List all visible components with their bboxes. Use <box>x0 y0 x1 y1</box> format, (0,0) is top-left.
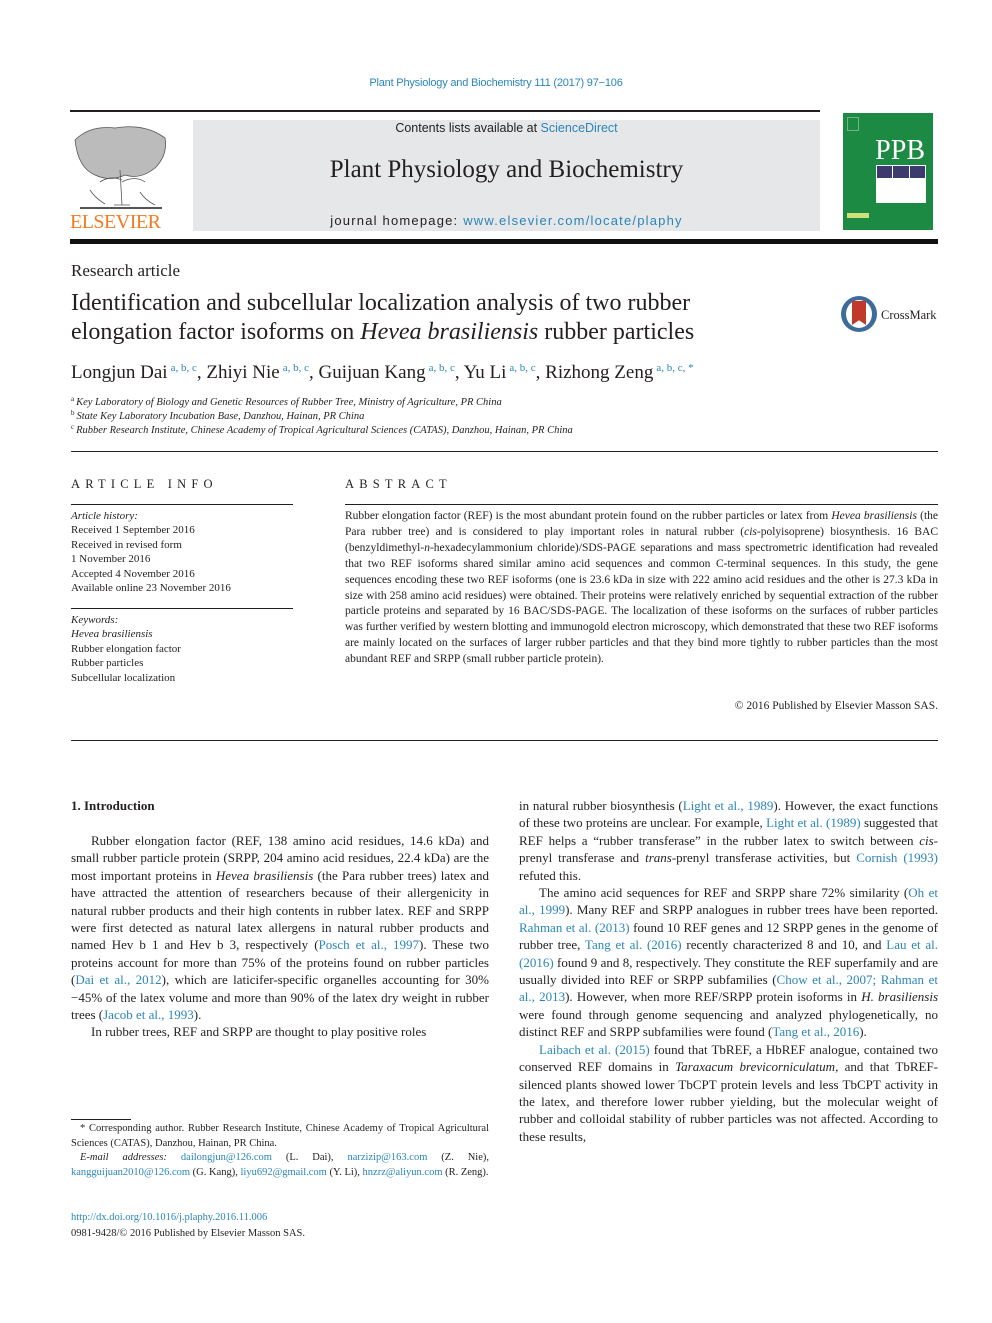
email-link[interactable]: kangguijuan2010@126.com <box>71 1167 190 1178</box>
email-link[interactable]: liyu692@gmail.com <box>240 1167 326 1178</box>
author[interactable]: Zhiyi Nie a, b, c <box>206 362 309 383</box>
article-history: Article history: Received 1 September 20… <box>71 509 293 595</box>
keywords: Keywords: Hevea brasiliensis Rubber elon… <box>71 613 293 685</box>
affiliation-c: c Rubber Research Institute, Chinese Acad… <box>71 423 573 436</box>
paragraph: Rubber elongation factor (REF, 138 amino… <box>71 833 489 1023</box>
divider <box>71 608 293 609</box>
article-title: Identification and subcellular localizat… <box>71 289 791 347</box>
citation-link[interactable]: Jacob et al., 1993 <box>103 1007 194 1022</box>
keywords-label: Keywords: <box>71 614 119 626</box>
cover-abbrev: PPB <box>875 135 925 166</box>
cover-graph <box>876 179 926 203</box>
section-heading-introduction: 1. Introduction <box>71 798 155 813</box>
divider <box>71 740 938 741</box>
crossmark-label: CrossMark <box>881 308 937 322</box>
email-link[interactable]: dailongjun@126.com <box>181 1152 272 1163</box>
history-label: Article history: <box>71 510 138 522</box>
homepage-link[interactable]: www.elsevier.com/locate/plaphy <box>463 213 683 228</box>
divider <box>71 451 938 452</box>
citation-link[interactable]: Laibach et al. (2015) <box>539 1042 650 1057</box>
citation-link[interactable]: Cornish (1993) <box>856 850 938 865</box>
author[interactable]: Longjun Dai a, b, c <box>71 362 197 383</box>
title-text-end: rubber particles <box>538 319 695 345</box>
author[interactable]: Rizhong Zeng a, b, c, * <box>545 362 693 383</box>
citation-link[interactable]: Dai et al., 2012 <box>75 972 161 987</box>
journal-title: Plant Physiology and Biochemistry <box>329 156 684 183</box>
paragraph: In rubber trees, REF and SRPP are though… <box>91 1024 427 1040</box>
citation-link[interactable]: Tang et al. (2016) <box>585 937 682 952</box>
keyword: Rubber particles <box>71 657 144 670</box>
paragraph: Laibach et al. (2015) found that TbREF, … <box>519 1041 939 1144</box>
author-list: Longjun Dai a, b, c, Zhiyi Nie a, b, c, Gu… <box>71 362 694 383</box>
citation-link[interactable]: Rahman et al. (2013) <box>519 920 630 935</box>
elsevier-wordmark: ELSEVIER <box>70 211 161 233</box>
abstract-heading: ABSTRACT <box>345 477 452 491</box>
citation-link[interactable]: Posch et al., 1997 <box>319 937 419 952</box>
footnotes: * Corresponding author. Rubber Research … <box>71 1122 489 1180</box>
cover-elsevier-mini-icon <box>847 117 859 131</box>
paragraph: The amino acid sequences for REF and SRP… <box>519 885 939 1040</box>
header-rule <box>70 110 820 112</box>
citation-link[interactable]: Light et al., 1989 <box>683 798 774 813</box>
footnote-rule <box>71 1119 131 1120</box>
history-item: Available online 23 November 2016 <box>71 582 231 595</box>
divider <box>71 504 293 505</box>
running-head[interactable]: Plant Physiology and Biochemistry 111 (2… <box>0 77 992 89</box>
issn-line: 0981-9428/© 2016 Published by Elsevier M… <box>71 1228 306 1239</box>
body-column-left: Rubber elongation factor (REF, 138 amino… <box>71 832 489 1041</box>
keyword: Rubber elongation factor <box>71 642 181 655</box>
history-item: Received in revised form <box>71 538 182 551</box>
author[interactable]: Guijuan Kang a, b, c <box>318 362 454 383</box>
affiliation-a: a Key Laboratory of Biology and Genetic R… <box>71 395 502 408</box>
history-item: 1 November 2016 <box>71 553 151 566</box>
contents-line: Contents lists available at ScienceDirec… <box>193 121 820 135</box>
corresponding-author-note: * Corresponding author. Rubber Research … <box>71 1123 489 1149</box>
body-column-right: in natural rubber biosynthesis (Light et… <box>519 797 938 1145</box>
cover-society-logo <box>847 213 869 218</box>
divider <box>345 504 938 505</box>
cover-photos <box>876 165 926 179</box>
journal-cover-thumbnail[interactable]: PPB <box>843 113 933 230</box>
homepage-line: journal homepage: www.elsevier.com/locat… <box>193 213 820 228</box>
article-type: Research article <box>71 261 181 280</box>
citation-link[interactable]: Tang et al., 2016 <box>772 1024 859 1039</box>
citation-link[interactable]: Light et al. (1989) <box>766 815 861 830</box>
sciencedirect-link[interactable]: ScienceDirect <box>541 121 618 135</box>
keyword: Subcellular localization <box>71 671 176 684</box>
history-item: Received 1 September 2016 <box>71 524 195 537</box>
email-link[interactable]: hnzrz@aliyun.com <box>363 1167 443 1178</box>
email-link[interactable]: narzizip@163.com <box>347 1152 427 1163</box>
abstract-copyright: © 2016 Published by Elsevier Masson SAS. <box>734 700 938 712</box>
doi-link[interactable]: http://dx.doi.org/10.1016/j.plaphy.2016.… <box>71 1212 267 1223</box>
article-info-heading: ARTICLE INFO <box>71 477 218 491</box>
author[interactable]: Yu Li a, b, c <box>464 362 536 383</box>
homepage-prefix: journal homepage: <box>330 213 464 228</box>
contents-prefix: Contents lists available at <box>395 121 541 135</box>
masthead-rule <box>70 239 938 244</box>
keyword: Hevea brasiliensis <box>71 628 153 641</box>
affiliation-b: b State Key Laboratory Incubation Base, D… <box>71 409 365 422</box>
email-addresses: E-mail addresses: dailongjun@126.com (L.… <box>71 1152 489 1178</box>
paragraph: in natural rubber biosynthesis (Light et… <box>519 798 939 883</box>
crossmark-button[interactable]: CrossMark <box>841 296 941 336</box>
history-item: Accepted 4 November 2016 <box>71 567 195 580</box>
title-species: Hevea brasiliensis <box>360 319 539 345</box>
doi-block: http://dx.doi.org/10.1016/j.plaphy.2016.… <box>71 1210 305 1242</box>
abstract-body: Rubber elongation factor (REF) is the mo… <box>345 510 938 666</box>
